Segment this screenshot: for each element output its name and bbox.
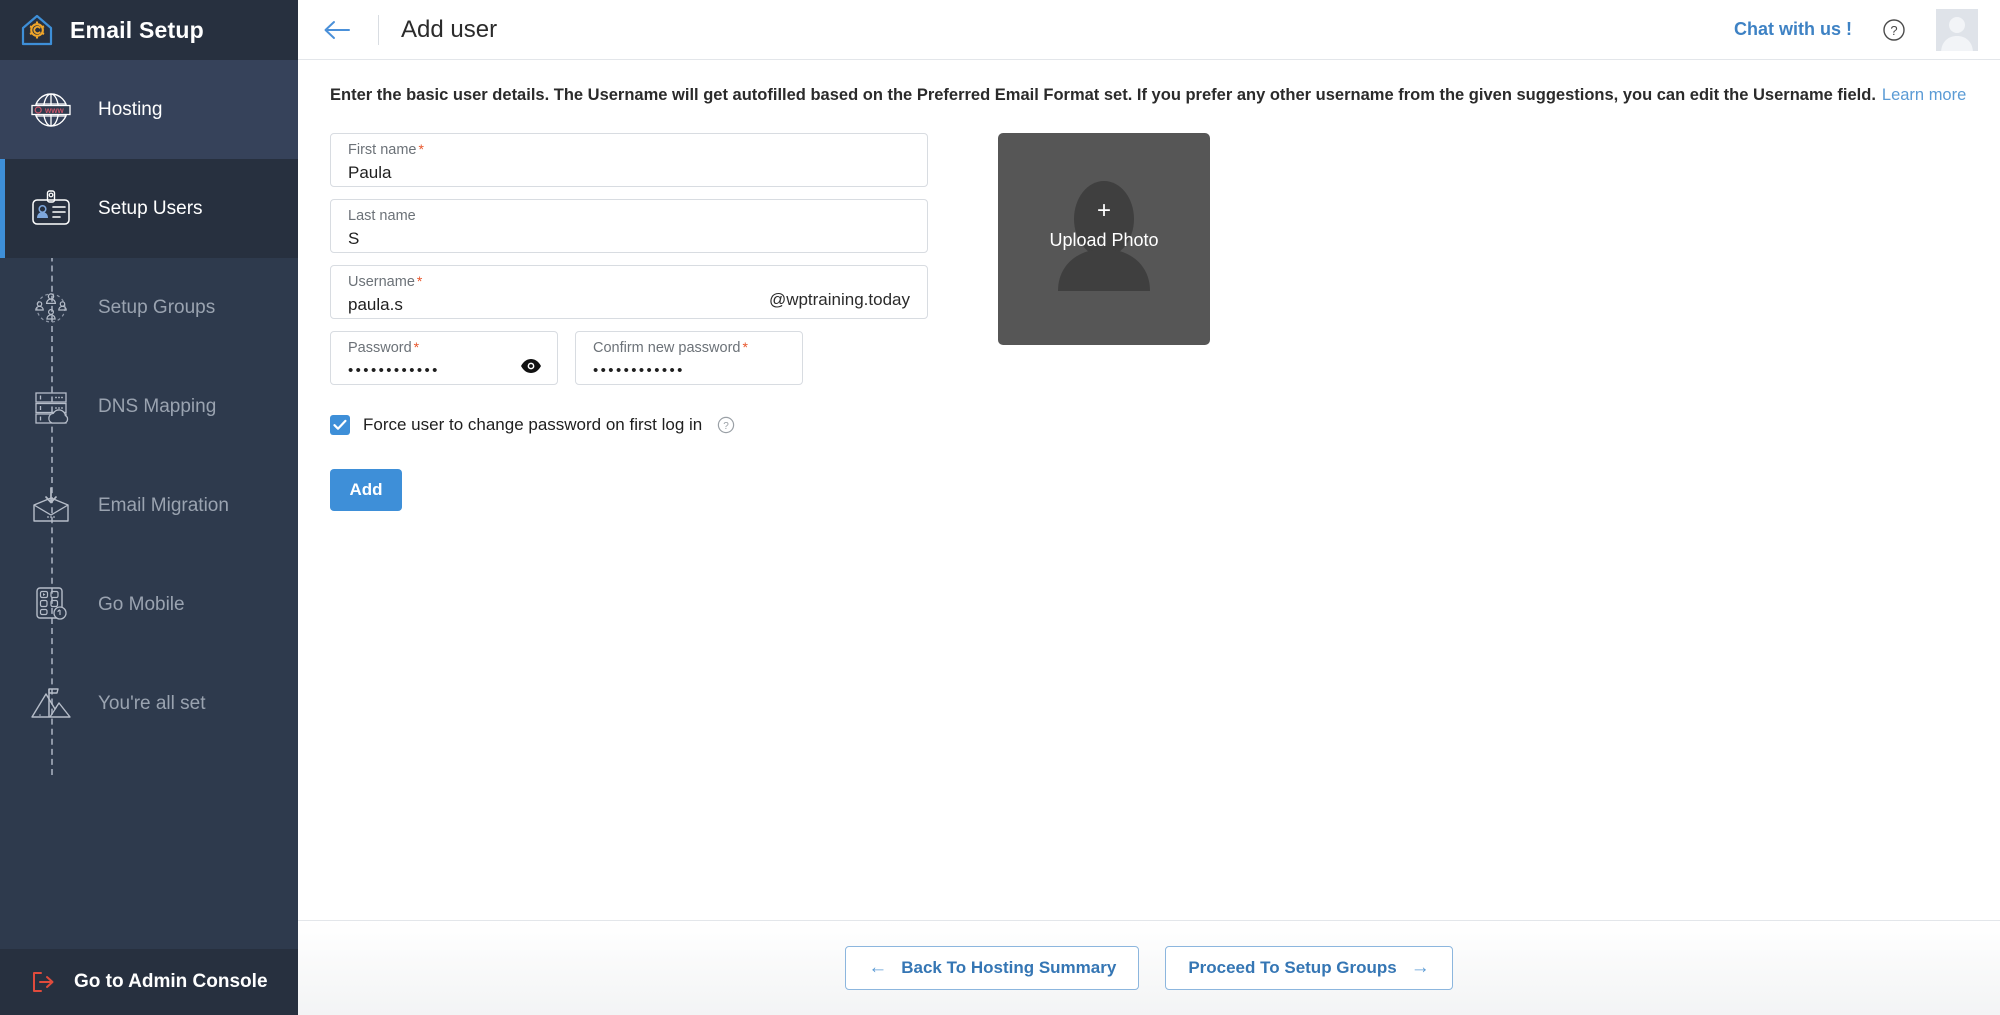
add-user-submit-button[interactable]: Add [330,469,402,511]
form-area: First name* Paula Last name S Username* … [298,106,2000,511]
sidebar: Email Setup www Hosting [0,0,298,1015]
sidebar-item-setup-groups[interactable]: Setup Groups [0,258,298,357]
force-password-change-label: Force user to change password on first l… [363,415,702,435]
password-label: Password* [348,339,541,357]
question-circle-icon[interactable]: ? [1882,18,1906,42]
logout-arrow-icon [30,970,56,994]
sidebar-item-youre-all-set[interactable]: You're all set [0,654,298,753]
force-password-change-row: Force user to change password on first l… [330,415,928,435]
sidebar-item-label: Email Migration [98,495,229,517]
password-row: Password* •••••••••••• Co [330,331,928,385]
mountain-flag-icon [26,678,76,730]
plus-icon: + [998,201,1210,221]
first-name-label: First name* [348,141,911,159]
sidebar-item-dns-mapping[interactable]: DNS Mapping [0,357,298,456]
arrow-right-icon: → [1411,957,1430,979]
upload-photo-label: Upload Photo [998,230,1210,251]
mobile-apps-icon [26,579,76,631]
group-network-icon [26,282,76,334]
page-title: Add user [401,16,497,44]
sidebar-item-hosting[interactable]: www Hosting [0,60,298,159]
go-to-admin-console-label: Go to Admin Console [74,971,268,993]
house-gear-icon [18,11,56,49]
sidebar-item-setup-users[interactable]: Setup Users [0,159,298,258]
required-marker: * [417,273,422,289]
main-area: Add user Chat with us ! ? [298,0,2000,1015]
topbar-divider [378,15,379,45]
user-avatar-icon[interactable] [1936,9,1978,51]
confirm-password-value: •••••••••••• [593,360,786,381]
sidebar-brand-title: Email Setup [70,17,204,44]
username-domain-suffix: @wptraining.today [769,290,910,310]
proceed-to-setup-groups-button[interactable]: Proceed To Setup Groups → [1165,946,1452,990]
proceed-to-setup-groups-label: Proceed To Setup Groups [1188,958,1396,978]
topbar: Add user Chat with us ! ? [298,0,2000,60]
first-name-value: Paula [348,162,911,183]
password-value: •••••••••••• [348,360,541,381]
back-to-hosting-summary-button[interactable]: ← Back To Hosting Summary [845,946,1139,990]
content-area: Enter the basic user details. The Userna… [298,60,2000,920]
eye-icon[interactable] [520,358,542,374]
sidebar-brand: Email Setup [0,0,298,60]
back-to-hosting-summary-label: Back To Hosting Summary [901,958,1116,978]
sidebar-item-label: DNS Mapping [98,396,216,418]
form-fields-column: First name* Paula Last name S Username* … [330,133,928,511]
confirm-password-field[interactable]: Confirm new password* •••••••••••• [575,331,803,385]
sidebar-item-label: Hosting [98,99,162,121]
last-name-field[interactable]: Last name S [330,199,928,253]
sidebar-item-label: Go Mobile [98,594,185,616]
envelope-download-icon [26,480,76,532]
password-field[interactable]: Password* •••••••••••• [330,331,558,385]
first-name-field[interactable]: First name* Paula [330,133,928,187]
arrow-left-icon: ← [868,957,887,979]
svg-text:www: www [44,105,64,114]
upload-photo-button[interactable]: + Upload Photo [998,133,1210,345]
back-arrow-icon[interactable] [322,18,352,42]
chat-with-us-link[interactable]: Chat with us ! [1734,19,1852,40]
topbar-actions: Chat with us ! ? [1734,9,1978,51]
force-password-change-checkbox[interactable] [330,415,350,435]
svg-text:?: ? [723,421,729,432]
sidebar-nav: www Hosting Setup [0,60,298,949]
username-field[interactable]: Username* paula.s @wptraining.today [330,265,928,319]
last-name-value: S [348,228,911,249]
sidebar-item-label: You're all set [98,693,206,715]
question-circle-icon[interactable]: ? [717,416,735,434]
sidebar-spacer [0,753,298,943]
intro-description: Enter the basic user details. The Userna… [298,60,2000,106]
go-to-admin-console-button[interactable]: Go to Admin Console [0,949,298,1015]
app-root: Email Setup www Hosting [0,0,2000,1015]
sidebar-item-label: Setup Users [98,198,203,220]
required-marker: * [742,339,747,355]
required-marker: * [414,339,419,355]
sidebar-item-go-mobile[interactable]: Go Mobile [0,555,298,654]
sidebar-item-email-migration[interactable]: Email Migration [0,456,298,555]
last-name-label: Last name [348,207,911,225]
username-label: Username* [348,273,911,291]
footer-actions: ← Back To Hosting Summary Proceed To Set… [298,920,2000,1015]
id-card-user-icon [26,183,76,235]
intro-text: Enter the basic user details. The Userna… [330,86,1876,104]
svg-text:?: ? [1890,23,1897,38]
sidebar-item-label: Setup Groups [98,297,215,319]
globe-www-icon: www [26,84,76,136]
learn-more-link[interactable]: Learn more [1882,86,1966,104]
confirm-password-label: Confirm new password* [593,339,786,357]
required-marker: * [419,141,424,157]
server-cloud-icon [26,381,76,433]
